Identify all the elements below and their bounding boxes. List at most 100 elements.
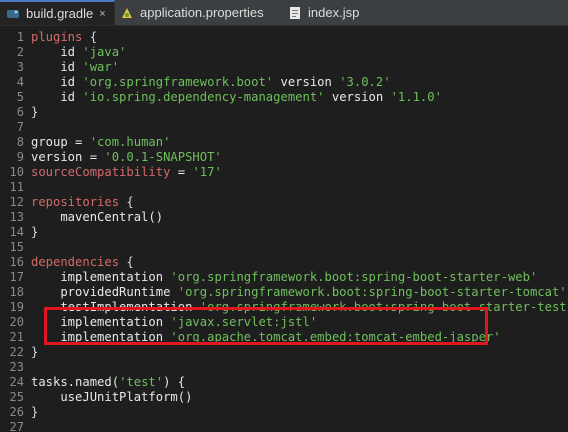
- code-line: id 'io.spring.dependency-management' ver…: [31, 90, 442, 105]
- code-line: plugins {: [31, 30, 97, 45]
- code-token: }: [31, 105, 39, 119]
- code-token: 'com.human': [89, 135, 171, 149]
- line-number: 10: [9, 165, 24, 179]
- code-token: }: [31, 345, 39, 359]
- code-token: id: [31, 45, 83, 59]
- code-line: useJUnitPlatform(): [31, 390, 192, 405]
- line-number: 13: [9, 210, 24, 224]
- code-line: mavenCentral(): [31, 210, 163, 225]
- line-number: 25: [9, 390, 24, 404]
- code-token: plugins: [31, 30, 83, 44]
- code-token: {: [119, 195, 134, 209]
- code-token: version: [324, 90, 391, 104]
- code-token: 'org.springframework.boot:spring-boot-st…: [170, 270, 538, 284]
- code-token: repositories: [31, 195, 120, 209]
- tab-application-properties[interactable]: application.properties: [120, 0, 280, 25]
- line-number: 24: [9, 375, 24, 389]
- code-token: ) {: [163, 375, 186, 389]
- code-token: '1.1.0': [390, 90, 442, 104]
- code-token: useJUnitPlatform(): [31, 390, 193, 404]
- line-number: 9: [16, 150, 24, 164]
- code-line: id 'org.springframework.boot' version '3…: [31, 75, 391, 90]
- code-token: 'org.springframework.boot:spring-boot-st…: [177, 285, 567, 299]
- code-line: providedRuntime 'org.springframework.boo…: [31, 285, 567, 300]
- close-tab-icon[interactable]: ×: [99, 8, 105, 20]
- line-number: 17: [9, 270, 24, 284]
- code-line: implementation 'org.springframework.boot…: [31, 270, 537, 285]
- code-line: }: [31, 345, 38, 360]
- line-number: 7: [16, 120, 24, 134]
- code-token: {: [119, 255, 134, 269]
- code-token: 'org.apache.tomcat.embed:tomcat-embed-ja…: [170, 330, 501, 344]
- code-token: group =: [31, 135, 90, 149]
- code-line: }: [31, 105, 38, 120]
- line-number: 3: [16, 60, 24, 74]
- code-token: implementation: [31, 270, 171, 284]
- line-number: 20: [9, 315, 24, 329]
- line-number: 1: [16, 30, 24, 44]
- code-token: id: [31, 90, 83, 104]
- code-line: testImplementation 'org.springframework.…: [31, 300, 568, 315]
- code-token: }: [31, 225, 39, 239]
- line-number: 14: [9, 225, 24, 239]
- code-token: tasks.named(: [31, 375, 120, 389]
- line-number: 5: [16, 90, 24, 104]
- code-token: dependencies: [31, 255, 120, 269]
- tab-label: build.gradle: [26, 6, 94, 21]
- line-number: 16: [9, 255, 24, 269]
- code-token: testImplementation: [31, 300, 200, 314]
- code-line: }: [31, 405, 38, 420]
- editor-tab-bar: build.gradle × application.properties in…: [0, 0, 568, 26]
- tab-index-jsp[interactable]: index.jsp: [288, 0, 368, 25]
- code-token: 'org.springframework.boot': [82, 75, 274, 89]
- tab-label: index.jsp: [308, 5, 360, 20]
- code-line: sourceCompatibility = '17': [31, 165, 222, 180]
- code-token: 'io.spring.dependency-management': [82, 90, 325, 104]
- line-number: 15: [9, 240, 24, 254]
- code-line: implementation 'org.apache.tomcat.embed:…: [31, 330, 501, 345]
- code-token: version: [273, 75, 340, 89]
- code-token: implementation: [31, 330, 171, 344]
- code-token: 'javax.servlet:jstl': [170, 315, 318, 329]
- code-token: 'war': [82, 60, 120, 74]
- code-token: 'org.springframework.boot:spring-boot-st…: [199, 300, 568, 314]
- code-token: id: [31, 75, 83, 89]
- code-line: implementation 'javax.servlet:jstl': [31, 315, 317, 330]
- line-number: 2: [16, 45, 24, 59]
- line-number: 27: [9, 420, 24, 432]
- code-token: mavenCentral(): [31, 210, 164, 224]
- line-number: 4: [16, 75, 24, 89]
- code-token: version =: [31, 150, 105, 164]
- code-line: }: [31, 225, 38, 240]
- properties-icon: [120, 6, 134, 20]
- code-token: 'java': [82, 45, 127, 59]
- line-number: 6: [16, 105, 24, 119]
- line-number-gutter: 1 2 3 4 5 6 7 8 9 10 11 12 13 14 15 16 17 18 19 20 21 22 23 24 2…: [0, 27, 28, 432]
- code-token: '17': [192, 165, 222, 179]
- line-number: 22: [9, 345, 24, 359]
- code-editor-window: build.gradle × application.properties in…: [0, 0, 568, 432]
- gradle-icon: [6, 7, 20, 21]
- line-number: 19: [9, 300, 24, 314]
- line-number: 18: [9, 285, 24, 299]
- line-number: 12: [9, 195, 24, 209]
- code-line: version = '0.0.1-SNAPSHOT': [31, 150, 222, 165]
- code-token: '3.0.2': [339, 75, 391, 89]
- code-line: repositories {: [31, 195, 134, 210]
- code-line: id 'war': [31, 60, 119, 75]
- line-number: 21: [9, 330, 24, 344]
- code-token: implementation: [31, 315, 171, 329]
- line-number: 23: [9, 360, 24, 374]
- tab-label: application.properties: [140, 5, 264, 20]
- code-token: sourceCompatibility: [31, 165, 171, 179]
- line-number: 26: [9, 405, 24, 419]
- code-text-area[interactable]: plugins { id 'java' id 'war' id 'org.spr…: [31, 27, 568, 432]
- code-token: '0.0.1-SNAPSHOT': [104, 150, 222, 164]
- jsp-file-icon: [288, 6, 302, 20]
- code-token: id: [31, 60, 83, 74]
- code-token: providedRuntime: [31, 285, 178, 299]
- tab-build-gradle[interactable]: build.gradle ×: [0, 0, 115, 25]
- code-token: =: [170, 165, 193, 179]
- code-line: id 'java': [31, 45, 126, 60]
- code-token: {: [82, 30, 98, 44]
